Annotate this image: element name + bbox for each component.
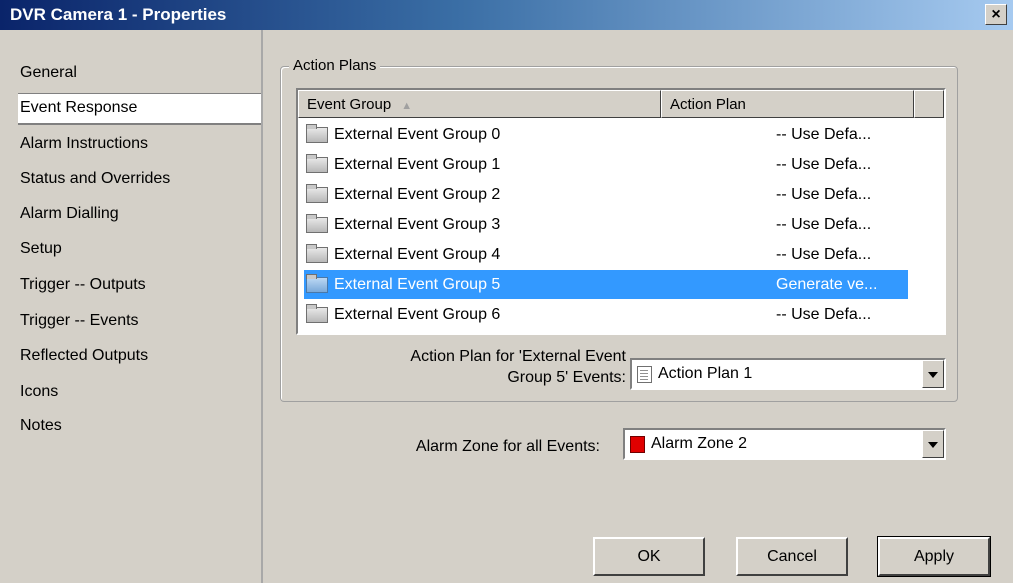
action-plan-dropdown[interactable]: Action Plan 1 — [630, 358, 946, 390]
sidebar-item-setup[interactable]: Setup — [20, 234, 62, 264]
folder-icon — [306, 154, 328, 173]
action-plan-label-line1: Action Plan for 'External Event — [410, 348, 626, 365]
folder-icon — [306, 214, 328, 233]
chevron-down-icon[interactable] — [922, 360, 944, 388]
alarm-zone-label: Alarm Zone for all Events: — [415, 438, 600, 455]
column-action-plan-label: Action Plan — [670, 96, 746, 113]
apply-button[interactable]: Apply — [877, 536, 991, 577]
folder-icon — [306, 124, 328, 143]
event-group-list[interactable]: Event Group ▲ Action Plan External Event … — [296, 88, 946, 335]
row-action-plan: -- Use Defa... — [776, 246, 872, 263]
row-action-plan: -- Use Defa... — [776, 306, 872, 323]
chevron-down-icon[interactable] — [922, 430, 944, 458]
sidebar-item-trigger-events[interactable]: Trigger -- Events — [20, 306, 139, 336]
row-action-plan: -- Use Defa... — [776, 216, 872, 233]
row-action-plan: -- Use Defa... — [776, 156, 872, 173]
table-row[interactable]: External Event Group 0 -- Use Defa... — [304, 120, 908, 149]
column-filler — [914, 90, 944, 118]
list-header: Event Group ▲ Action Plan — [298, 90, 944, 118]
cancel-button[interactable]: Cancel — [736, 537, 848, 576]
ok-button[interactable]: OK — [593, 537, 705, 576]
folder-icon — [306, 274, 328, 293]
sidebar-item-alarm-instructions[interactable]: Alarm Instructions — [20, 129, 148, 159]
sidebar-item-icons[interactable]: Icons — [20, 377, 58, 407]
sidebar-item-alarm-dialling[interactable]: Alarm Dialling — [20, 199, 119, 229]
window-title: DVR Camera 1 - Properties — [10, 5, 227, 24]
alarm-zone-value: Alarm Zone 2 — [651, 435, 748, 452]
row-action-plan: -- Use Defa... — [776, 186, 872, 203]
sidebar-item-notes[interactable]: Notes — [20, 411, 62, 441]
table-row[interactable]: External Event Group 6 -- Use Defa... — [304, 300, 908, 329]
action-plan-label: Action Plan for 'External Event Group 5'… — [330, 346, 626, 388]
document-icon — [637, 366, 652, 383]
row-event-group: External Event Group 2 — [334, 186, 501, 203]
row-event-group: External Event Group 6 — [334, 306, 501, 323]
sidebar-item-event-response[interactable]: Event Response — [18, 93, 261, 125]
column-event-group-label: Event Group — [307, 96, 392, 113]
table-row[interactable]: External Event Group 4 -- Use Defa... — [304, 240, 908, 269]
sidebar-divider — [261, 30, 263, 583]
row-action-plan: Generate ve... — [776, 270, 906, 299]
row-event-group: External Event Group 5 — [334, 270, 501, 299]
row-action-plan: -- Use Defa... — [776, 126, 872, 143]
action-plan-label-line2: Group 5' Events: — [507, 369, 626, 386]
table-row-selected[interactable]: External Event Group 5 Generate ve... — [304, 270, 908, 299]
table-row[interactable]: External Event Group 1 -- Use Defa... — [304, 150, 908, 179]
row-event-group: External Event Group 1 — [334, 156, 501, 173]
column-action-plan[interactable]: Action Plan — [661, 90, 914, 118]
action-plans-legend: Action Plans — [289, 57, 381, 74]
sidebar-item-reflected-outputs[interactable]: Reflected Outputs — [20, 341, 148, 371]
table-row[interactable]: External Event Group 3 -- Use Defa... — [304, 210, 908, 239]
action-plan-value: Action Plan 1 — [658, 365, 753, 382]
sidebar-item-status-and-overrides[interactable]: Status and Overrides — [20, 164, 170, 194]
table-row[interactable]: External Event Group 2 -- Use Defa... — [304, 180, 908, 209]
sidebar-item-general[interactable]: General — [20, 58, 77, 88]
title-bar: DVR Camera 1 - Properties × — [0, 0, 1013, 30]
close-button[interactable]: × — [985, 4, 1007, 25]
row-event-group: External Event Group 3 — [334, 216, 501, 233]
column-event-group[interactable]: Event Group ▲ — [298, 90, 661, 118]
row-event-group: External Event Group 0 — [334, 126, 501, 143]
folder-icon — [306, 184, 328, 203]
folder-icon — [306, 304, 328, 323]
folder-icon — [306, 244, 328, 263]
sort-ascending-icon: ▲ — [401, 100, 413, 112]
alarm-zone-dropdown[interactable]: Alarm Zone 2 — [623, 428, 946, 460]
sidebar-item-trigger-outputs[interactable]: Trigger -- Outputs — [20, 270, 146, 300]
row-event-group: External Event Group 4 — [334, 246, 501, 263]
alarm-zone-color-icon — [630, 436, 645, 453]
sidebar-nav: General Event Response Alarm Instruction… — [0, 30, 262, 583]
